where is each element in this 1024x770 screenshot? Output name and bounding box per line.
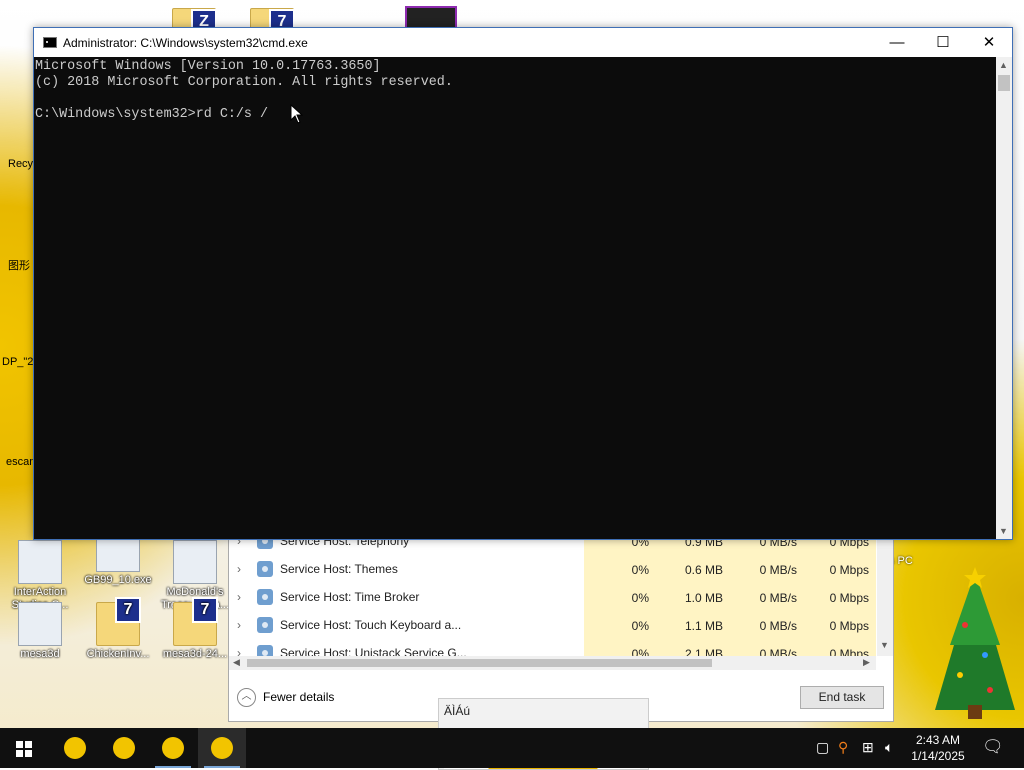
disk-cell: 0 MB/s [730,640,804,656]
chevron-down-icon[interactable]: ▼ [880,640,889,650]
volume-icon[interactable]: 🔈︎ [885,739,893,756]
disk-cell: 0 MB/s [730,584,804,612]
desktop-icon-label: mesa3d-24... [162,648,228,660]
network-cell: 0 Mbps [804,556,876,584]
close-button[interactable]: ✕ [966,28,1012,57]
network-cell: 0 Mbps [804,612,876,640]
scrollbar-thumb[interactable] [247,659,712,667]
table-row[interactable]: › Service Host: Unistack Service G... 0%… [229,640,876,656]
chevron-up-icon[interactable]: ▲ [999,60,1008,70]
chevron-right-icon[interactable]: ▶ [863,657,870,668]
chevron-right-icon[interactable]: › [237,590,241,604]
table-row[interactable]: › Service Host: Time Broker 0% 1.0 MB 0 … [229,584,876,612]
table-row[interactable]: › Service Host: Themes 0% 0.6 MB 0 MB/s … [229,556,876,584]
memory-cell: 2.1 MB [656,640,730,656]
desktop-icon-label: ChickenInv... [86,648,150,660]
app-icon [64,737,86,759]
chevron-right-icon[interactable]: › [237,562,241,576]
app-icon [211,737,233,759]
windows-logo-icon [16,741,32,757]
cpu-cell: 0% [584,612,656,640]
taskbar-app-button[interactable] [198,728,246,768]
process-name: Service Host: Time Broker [280,590,420,604]
desktop-icon-mesa3d[interactable]: mesa3d [0,602,80,661]
vertical-scrollbar[interactable]: ▼ [877,531,893,656]
memory-cell: 0.6 MB [656,556,730,584]
end-task-button[interactable]: End task [800,686,884,709]
taskbar: ▢ ⚲ ⊞ 🔈︎ 2:43 AM 1/14/2025 🗨︎ [0,728,1024,768]
taskbar-app-button[interactable] [51,728,99,768]
table-row[interactable]: › Service Host: Touch Keyboard a... 0% 1… [229,612,876,640]
search-tray-icon[interactable]: ⚲ [838,739,848,756]
app-icon [162,737,184,759]
clock-date: 1/14/2025 [911,749,965,763]
mouse-cursor-icon [290,104,304,124]
clock-time: 2:43 AM [915,733,961,747]
chevron-right-icon[interactable]: › [237,646,241,656]
vertical-scrollbar[interactable]: ▲ ▼ [996,57,1012,539]
desktop-icon-mesa3d-archive[interactable]: 7 mesa3d-24... [155,597,235,661]
chevron-right-icon[interactable]: › [237,618,241,632]
memory-cell: 1.1 MB [656,612,730,640]
start-button[interactable] [0,728,48,768]
fewer-details-label: Fewer details [263,690,335,704]
thumbnail-title: ÄÌÁú [444,704,471,718]
gear-icon [257,589,273,605]
network-icon[interactable]: ⊞ [862,739,874,756]
document-icon [18,602,62,646]
process-name: Service Host: Unistack Service G... [280,646,467,656]
gear-icon [257,561,273,577]
cmd-icon [43,37,57,48]
console-line: Microsoft Windows [Version 10.0.17763.36… [35,59,381,74]
gear-icon [257,617,273,633]
desktop-icon-label: mesa3d [20,648,60,660]
task-manager-window: › Service Host: Telephony 0% 0.9 MB 0 MB… [228,528,894,722]
disk-cell: 0 MB/s [730,556,804,584]
console-line: (c) 2018 Microsoft Corporation. All righ… [35,75,453,90]
title-bar[interactable]: Administrator: C:\Windows\system32\cmd.e… [34,28,1012,57]
desktop-label-recycle-bin: Recy [8,158,34,170]
process-name: Service Host: Touch Keyboard a... [280,618,462,632]
scrollbar-thumb[interactable] [998,75,1010,91]
desktop-icon-label: GB99_10.exe [84,574,152,586]
cpu-cell: 0% [584,556,656,584]
chevron-up-icon: ︿ [237,687,256,707]
system-clock[interactable]: 2:43 AM 1/14/2025 [904,732,972,764]
app-icon [113,737,135,759]
desktop-icon-chickeninvaders[interactable]: 7 ChickenInv... [78,597,158,661]
desktop-label-escan: escan [6,456,36,468]
horizontal-scrollbar[interactable]: ◀ ▶ [229,656,876,670]
minimize-button[interactable]: — [874,28,920,57]
taskbar-app-button[interactable] [100,728,148,768]
zip-folder-icon: 7 [173,597,218,646]
memory-cell: 1.0 MB [656,584,730,612]
christmas-tree-icon [935,567,1015,719]
desktop-label-dp: DP_"2 [2,356,34,368]
action-center-icon[interactable]: 🗨︎ [982,737,1004,757]
zip-folder-icon: 7 [96,597,141,646]
maximize-button[interactable]: ☐ [920,28,966,57]
cmd-window: Administrator: C:\Windows\system32\cmd.e… [33,27,1013,540]
fewer-details-link[interactable]: ︿ Fewer details [237,687,334,707]
process-name: Service Host: Themes [280,562,398,576]
cpu-cell: 0% [584,584,656,612]
network-cell: 0 Mbps [804,640,876,656]
cpu-cell: 0% [584,640,656,656]
network-cell: 0 Mbps [804,584,876,612]
file-icon [173,540,217,584]
taskbar-app-button[interactable] [149,728,197,768]
window-title: Administrator: C:\Windows\system32\cmd.e… [63,36,308,50]
gear-icon [257,645,273,656]
notes-icon[interactable]: ▢ [816,739,829,756]
disk-cell: 0 MB/s [730,612,804,640]
chevron-left-icon[interactable]: ◀ [233,657,240,668]
desktop-label-chinese: 图形 [8,260,30,272]
file-icon [18,540,62,584]
console-output[interactable]: Microsoft Windows [Version 10.0.17763.36… [34,57,996,539]
chevron-down-icon[interactable]: ▼ [999,526,1008,536]
console-prompt-line[interactable]: C:\Windows\system32>rd C:/s / [35,107,996,123]
